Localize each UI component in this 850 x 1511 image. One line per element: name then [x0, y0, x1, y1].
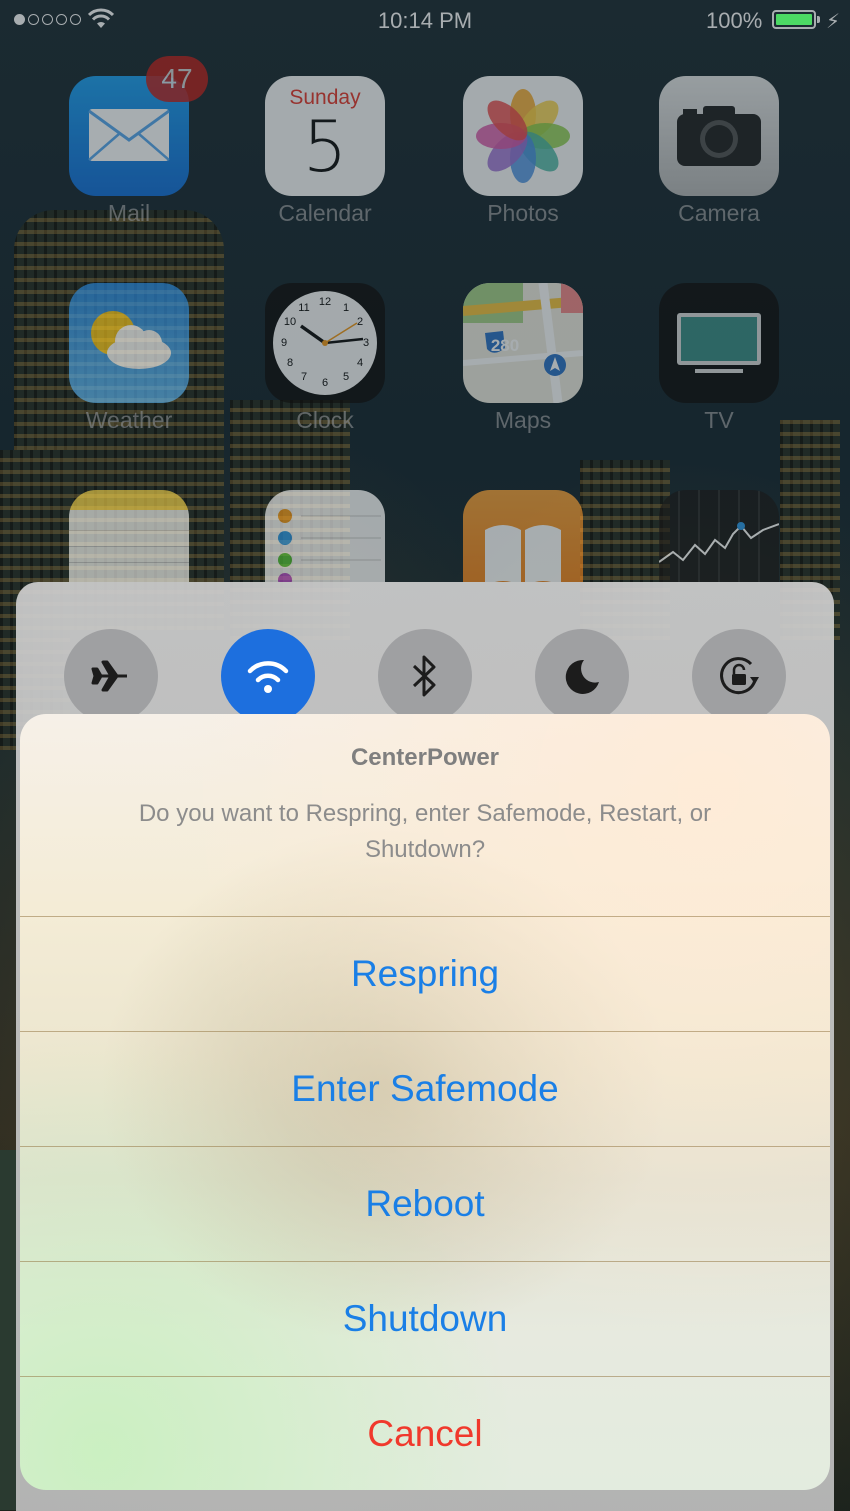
- rotation-lock-toggle[interactable]: [692, 629, 786, 723]
- weather-icon: [69, 283, 189, 403]
- clock-numeral: 6: [322, 377, 328, 389]
- clock-icon: 12 1 2 3 4 5 6 7 8 9 10 11: [265, 283, 385, 403]
- centerpower-alert: CenterPower Do you want to Respring, ent…: [20, 714, 830, 1490]
- app-reminders[interactable]: [265, 490, 385, 582]
- battery-percentage: 100%: [706, 8, 763, 33]
- app-label: Maps: [494, 407, 552, 433]
- wifi-toggle[interactable]: [221, 629, 315, 723]
- clock-numeral: 10: [284, 316, 296, 328]
- calendar-date: 5: [302, 106, 348, 188]
- app-label: Weather: [85, 407, 173, 433]
- app-photos[interactable]: Photos: [463, 76, 583, 226]
- app-clock[interactable]: 12 1 2 3 4 5 6 7 8 9 10 11 Clock: [265, 283, 385, 433]
- clock-numeral: 3: [363, 337, 369, 349]
- ibooks-icon: [463, 490, 583, 582]
- camera-icon: [659, 76, 779, 196]
- app-stocks[interactable]: [659, 490, 779, 582]
- app-label: Clock: [296, 407, 354, 433]
- respring-button[interactable]: Respring: [20, 916, 830, 1031]
- airplane-icon: [91, 660, 127, 692]
- alert-message: Do you want to Respring, enter Safemode,…: [138, 800, 712, 863]
- calendar-icon: Sunday 5: [265, 76, 385, 196]
- maps-icon: 280: [463, 283, 583, 403]
- clock-numeral: 1: [343, 302, 349, 314]
- app-label: TV: [704, 407, 734, 433]
- route-number: 280: [491, 336, 519, 355]
- photos-icon: [463, 76, 583, 196]
- clock-numeral: 7: [301, 371, 307, 383]
- airplane-mode-toggle[interactable]: [64, 629, 158, 723]
- notes-icon: [69, 490, 189, 582]
- stocks-icon: [659, 490, 779, 582]
- status-bar: 10:14 PM 100% ⚡: [0, 0, 850, 42]
- app-maps[interactable]: 280 Maps: [463, 283, 583, 433]
- battery-icon: [772, 10, 816, 29]
- enter-safemode-button[interactable]: Enter Safemode: [20, 1031, 830, 1146]
- clock-numeral: 5: [343, 371, 349, 383]
- moon-icon: [565, 659, 599, 694]
- app-label: Camera: [678, 200, 760, 226]
- app-weather[interactable]: Weather: [69, 283, 189, 433]
- bluetooth-icon: [412, 655, 436, 697]
- clock-numeral: 8: [287, 357, 293, 369]
- clock-numeral: 2: [357, 316, 363, 328]
- mail-badge: 47: [146, 56, 208, 102]
- tv-icon: [659, 283, 779, 403]
- reboot-button[interactable]: Reboot: [20, 1146, 830, 1261]
- charging-bolt-icon: ⚡: [826, 11, 841, 33]
- app-notes[interactable]: [69, 490, 189, 582]
- app-label: Calendar: [278, 200, 372, 226]
- clock-numeral: 4: [357, 357, 363, 369]
- clock-numeral: 9: [281, 337, 287, 349]
- do-not-disturb-toggle[interactable]: [535, 629, 629, 723]
- app-label: Mail: [107, 200, 151, 226]
- clock-numeral: 12: [319, 296, 331, 308]
- battery-tip: [817, 16, 820, 23]
- wifi-icon: [247, 661, 289, 693]
- app-label: Photos: [487, 200, 559, 226]
- cancel-button[interactable]: Cancel: [20, 1376, 830, 1490]
- rotation-lock-icon: [720, 657, 759, 695]
- app-ibooks[interactable]: [463, 490, 583, 582]
- clock-numeral: 11: [298, 302, 309, 314]
- app-tv[interactable]: TV: [659, 283, 779, 433]
- app-camera[interactable]: Camera: [659, 76, 779, 226]
- shutdown-button[interactable]: Shutdown: [20, 1261, 830, 1376]
- app-calendar[interactable]: Sunday 5 Calendar: [265, 76, 385, 226]
- reminders-icon: [265, 490, 385, 582]
- alert-title: CenterPower: [350, 744, 500, 771]
- bluetooth-toggle[interactable]: [378, 629, 472, 723]
